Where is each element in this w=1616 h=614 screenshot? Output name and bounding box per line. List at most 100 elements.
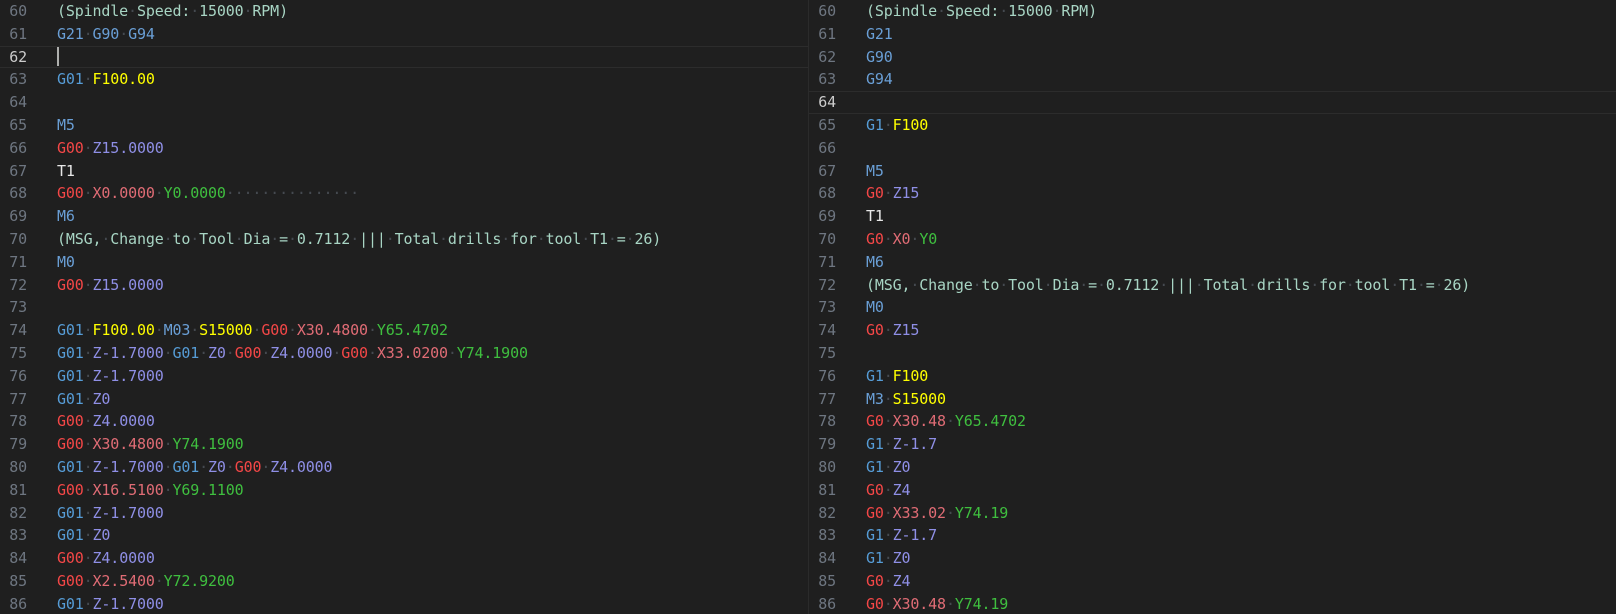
code-line[interactable]: 84 G1·Z0 <box>809 547 1616 570</box>
code-text[interactable]: M0 <box>866 296 884 319</box>
code-line[interactable]: 63 G01·F100.00 <box>0 68 808 91</box>
code-line[interactable]: 83 G1·Z-1.7 <box>809 524 1616 547</box>
code-line[interactable]: 80 G1·Z0 <box>809 456 1616 479</box>
code-line[interactable]: 77 M3·S15000 <box>809 388 1616 411</box>
code-text[interactable]: G00·Z4.0000 <box>57 547 155 570</box>
code-text[interactable]: (MSG,·Change·to·Tool·Dia·=·0.7112·|||·To… <box>866 274 1470 297</box>
code-line[interactable]: 64 <box>809 91 1616 114</box>
code-text[interactable]: G0·Z15 <box>866 319 919 342</box>
code-line[interactable]: 69 M6 <box>0 205 808 228</box>
code-text[interactable]: G00·Z15.0000 <box>57 137 164 160</box>
code-text[interactable]: G1·Z0 <box>866 456 911 479</box>
code-line[interactable]: 62 G90 <box>809 46 1616 69</box>
code-line[interactable]: 81 G0·Z4 <box>809 479 1616 502</box>
code-line[interactable]: 77 G01·Z0 <box>0 388 808 411</box>
code-text[interactable]: G00·X30.4800·Y74.1900 <box>57 433 244 456</box>
code-line[interactable]: 68 G00·X0.0000·Y0.0000··············· <box>0 182 808 205</box>
code-text[interactable]: (MSG,·Change·to·Tool·Dia·=·0.7112·|||·To… <box>57 228 661 251</box>
code-text[interactable]: G21 <box>866 23 893 46</box>
code-text[interactable]: T1 <box>866 205 884 228</box>
code-line[interactable]: 60 (Spindle·Speed:·15000·RPM) <box>0 0 808 23</box>
code-text[interactable]: G1·F100 <box>866 365 928 388</box>
code-text[interactable]: G01·Z-1.7000 <box>57 593 164 614</box>
code-line[interactable]: 86 G0·X30.48·Y74.19 <box>809 593 1616 614</box>
code-text[interactable]: M5 <box>866 160 884 183</box>
code-line[interactable]: 80 G01·Z-1.7000·G01·Z0·G00·Z4.0000 <box>0 456 808 479</box>
code-text[interactable]: G00·X0.0000·Y0.0000··············· <box>57 182 359 205</box>
code-text[interactable]: M6 <box>866 251 884 274</box>
code-line[interactable]: 79 G00·X30.4800·Y74.1900 <box>0 433 808 456</box>
code-line[interactable]: 79 G1·Z-1.7 <box>809 433 1616 456</box>
code-line[interactable]: 74 G01·F100.00·M03·S15000·G00·X30.4800·Y6… <box>0 319 808 342</box>
code-line[interactable]: 69 T1 <box>809 205 1616 228</box>
code-line[interactable]: 64 <box>0 91 808 114</box>
code-text[interactable]: G0·Z15 <box>866 182 919 205</box>
left-editor-pane[interactable]: 60 (Spindle·Speed:·15000·RPM) 61 G21·G90·G9… <box>0 0 808 614</box>
code-line[interactable]: 65 M5 <box>0 114 808 137</box>
code-line[interactable]: 73 M0 <box>809 296 1616 319</box>
code-line[interactable]: 78 G00·Z4.0000 <box>0 410 808 433</box>
code-text[interactable]: G0·Z4 <box>866 479 911 502</box>
code-line[interactable]: 67 M5 <box>809 160 1616 183</box>
code-line[interactable]: 70 (MSG,·Change·to·Tool·Dia·=·0.7112·|||·… <box>0 228 808 251</box>
code-line[interactable]: 71 M0 <box>0 251 808 274</box>
code-text[interactable]: G1·Z-1.7 <box>866 524 937 547</box>
code-line[interactable]: 82 G0·X33.02·Y74.19 <box>809 502 1616 525</box>
code-line[interactable]: 71 M6 <box>809 251 1616 274</box>
code-line[interactable]: 72 (MSG,·Change·to·Tool·Dia·=·0.7112·|||·… <box>809 274 1616 297</box>
code-text[interactable]: G00·Z15.0000 <box>57 274 164 297</box>
code-text[interactable]: G01·Z0 <box>57 524 110 547</box>
code-line[interactable]: 74 G0·Z15 <box>809 319 1616 342</box>
code-line[interactable]: 66 <box>809 137 1616 160</box>
code-text[interactable]: T1 <box>57 160 75 183</box>
code-text[interactable]: G00·X16.5100·Y69.1100 <box>57 479 244 502</box>
code-line[interactable]: 75 G01·Z-1.7000·G01·Z0·G00·Z4.0000·G00·X3… <box>0 342 808 365</box>
code-text[interactable] <box>57 46 59 69</box>
code-line[interactable]: 76 G1·F100 <box>809 365 1616 388</box>
code-text[interactable]: G0·X33.02·Y74.19 <box>866 502 1008 525</box>
code-line[interactable]: 73 <box>0 296 808 319</box>
code-line[interactable]: 81 G00·X16.5100·Y69.1100 <box>0 479 808 502</box>
code-text[interactable]: M5 <box>57 114 75 137</box>
code-line[interactable]: 61 G21 <box>809 23 1616 46</box>
code-text[interactable]: (Spindle·Speed:·15000·RPM) <box>57 0 288 23</box>
code-text[interactable]: G01·Z-1.7000·G01·Z0·G00·Z4.0000·G00·X33.… <box>57 342 528 365</box>
code-line[interactable]: 83 G01·Z0 <box>0 524 808 547</box>
code-line[interactable]: 78 G0·X30.48·Y65.4702 <box>809 410 1616 433</box>
code-text[interactable]: G0·X30.48·Y65.4702 <box>866 410 1026 433</box>
code-line[interactable]: 84 G00·Z4.0000 <box>0 547 808 570</box>
code-line[interactable]: 82 G01·Z-1.7000 <box>0 502 808 525</box>
code-line[interactable]: 86 G01·Z-1.7000 <box>0 593 808 614</box>
code-text[interactable]: G0·Z4 <box>866 570 911 593</box>
code-line[interactable]: 66 G00·Z15.0000 <box>0 137 808 160</box>
code-line[interactable]: 75 <box>809 342 1616 365</box>
code-text[interactable]: M6 <box>57 205 75 228</box>
code-text[interactable]: G0·X0·Y0 <box>866 228 937 251</box>
code-text[interactable]: M0 <box>57 251 75 274</box>
code-line[interactable]: 85 G0·Z4 <box>809 570 1616 593</box>
code-line[interactable]: 68 G0·Z15 <box>809 182 1616 205</box>
code-line[interactable]: 70 G0·X0·Y0 <box>809 228 1616 251</box>
code-line[interactable]: 67 T1 <box>0 160 808 183</box>
code-line[interactable]: 62 <box>0 46 808 69</box>
code-text[interactable]: G0·X30.48·Y74.19 <box>866 593 1008 614</box>
code-text[interactable]: G01·Z-1.7000 <box>57 502 164 525</box>
code-text[interactable]: G01·Z-1.7000 <box>57 365 164 388</box>
code-line[interactable]: 72 G00·Z15.0000 <box>0 274 808 297</box>
right-editor-pane[interactable]: 60 (Spindle·Speed:·15000·RPM) 61 G21 62 G90 63… <box>808 0 1616 614</box>
code-line[interactable]: 63 G94 <box>809 68 1616 91</box>
code-line[interactable]: 65 G1·F100 <box>809 114 1616 137</box>
code-text[interactable]: G01·Z-1.7000·G01·Z0·G00·Z4.0000 <box>57 456 333 479</box>
code-text[interactable]: G1·Z-1.7 <box>866 433 937 456</box>
code-text[interactable]: G1·F100 <box>866 114 928 137</box>
code-text[interactable]: (Spindle·Speed:·15000·RPM) <box>866 0 1097 23</box>
code-line[interactable]: 61 G21·G90·G94 <box>0 23 808 46</box>
code-line[interactable]: 60 (Spindle·Speed:·15000·RPM) <box>809 0 1616 23</box>
code-line[interactable]: 76 G01·Z-1.7000 <box>0 365 808 388</box>
code-line[interactable]: 85 G00·X2.5400·Y72.9200 <box>0 570 808 593</box>
code-text[interactable]: G00·Z4.0000 <box>57 410 155 433</box>
code-text[interactable]: G90 <box>866 46 893 69</box>
code-text[interactable]: G21·G90·G94 <box>57 23 155 46</box>
code-text[interactable]: G94 <box>866 68 893 91</box>
code-text[interactable]: G1·Z0 <box>866 547 911 570</box>
